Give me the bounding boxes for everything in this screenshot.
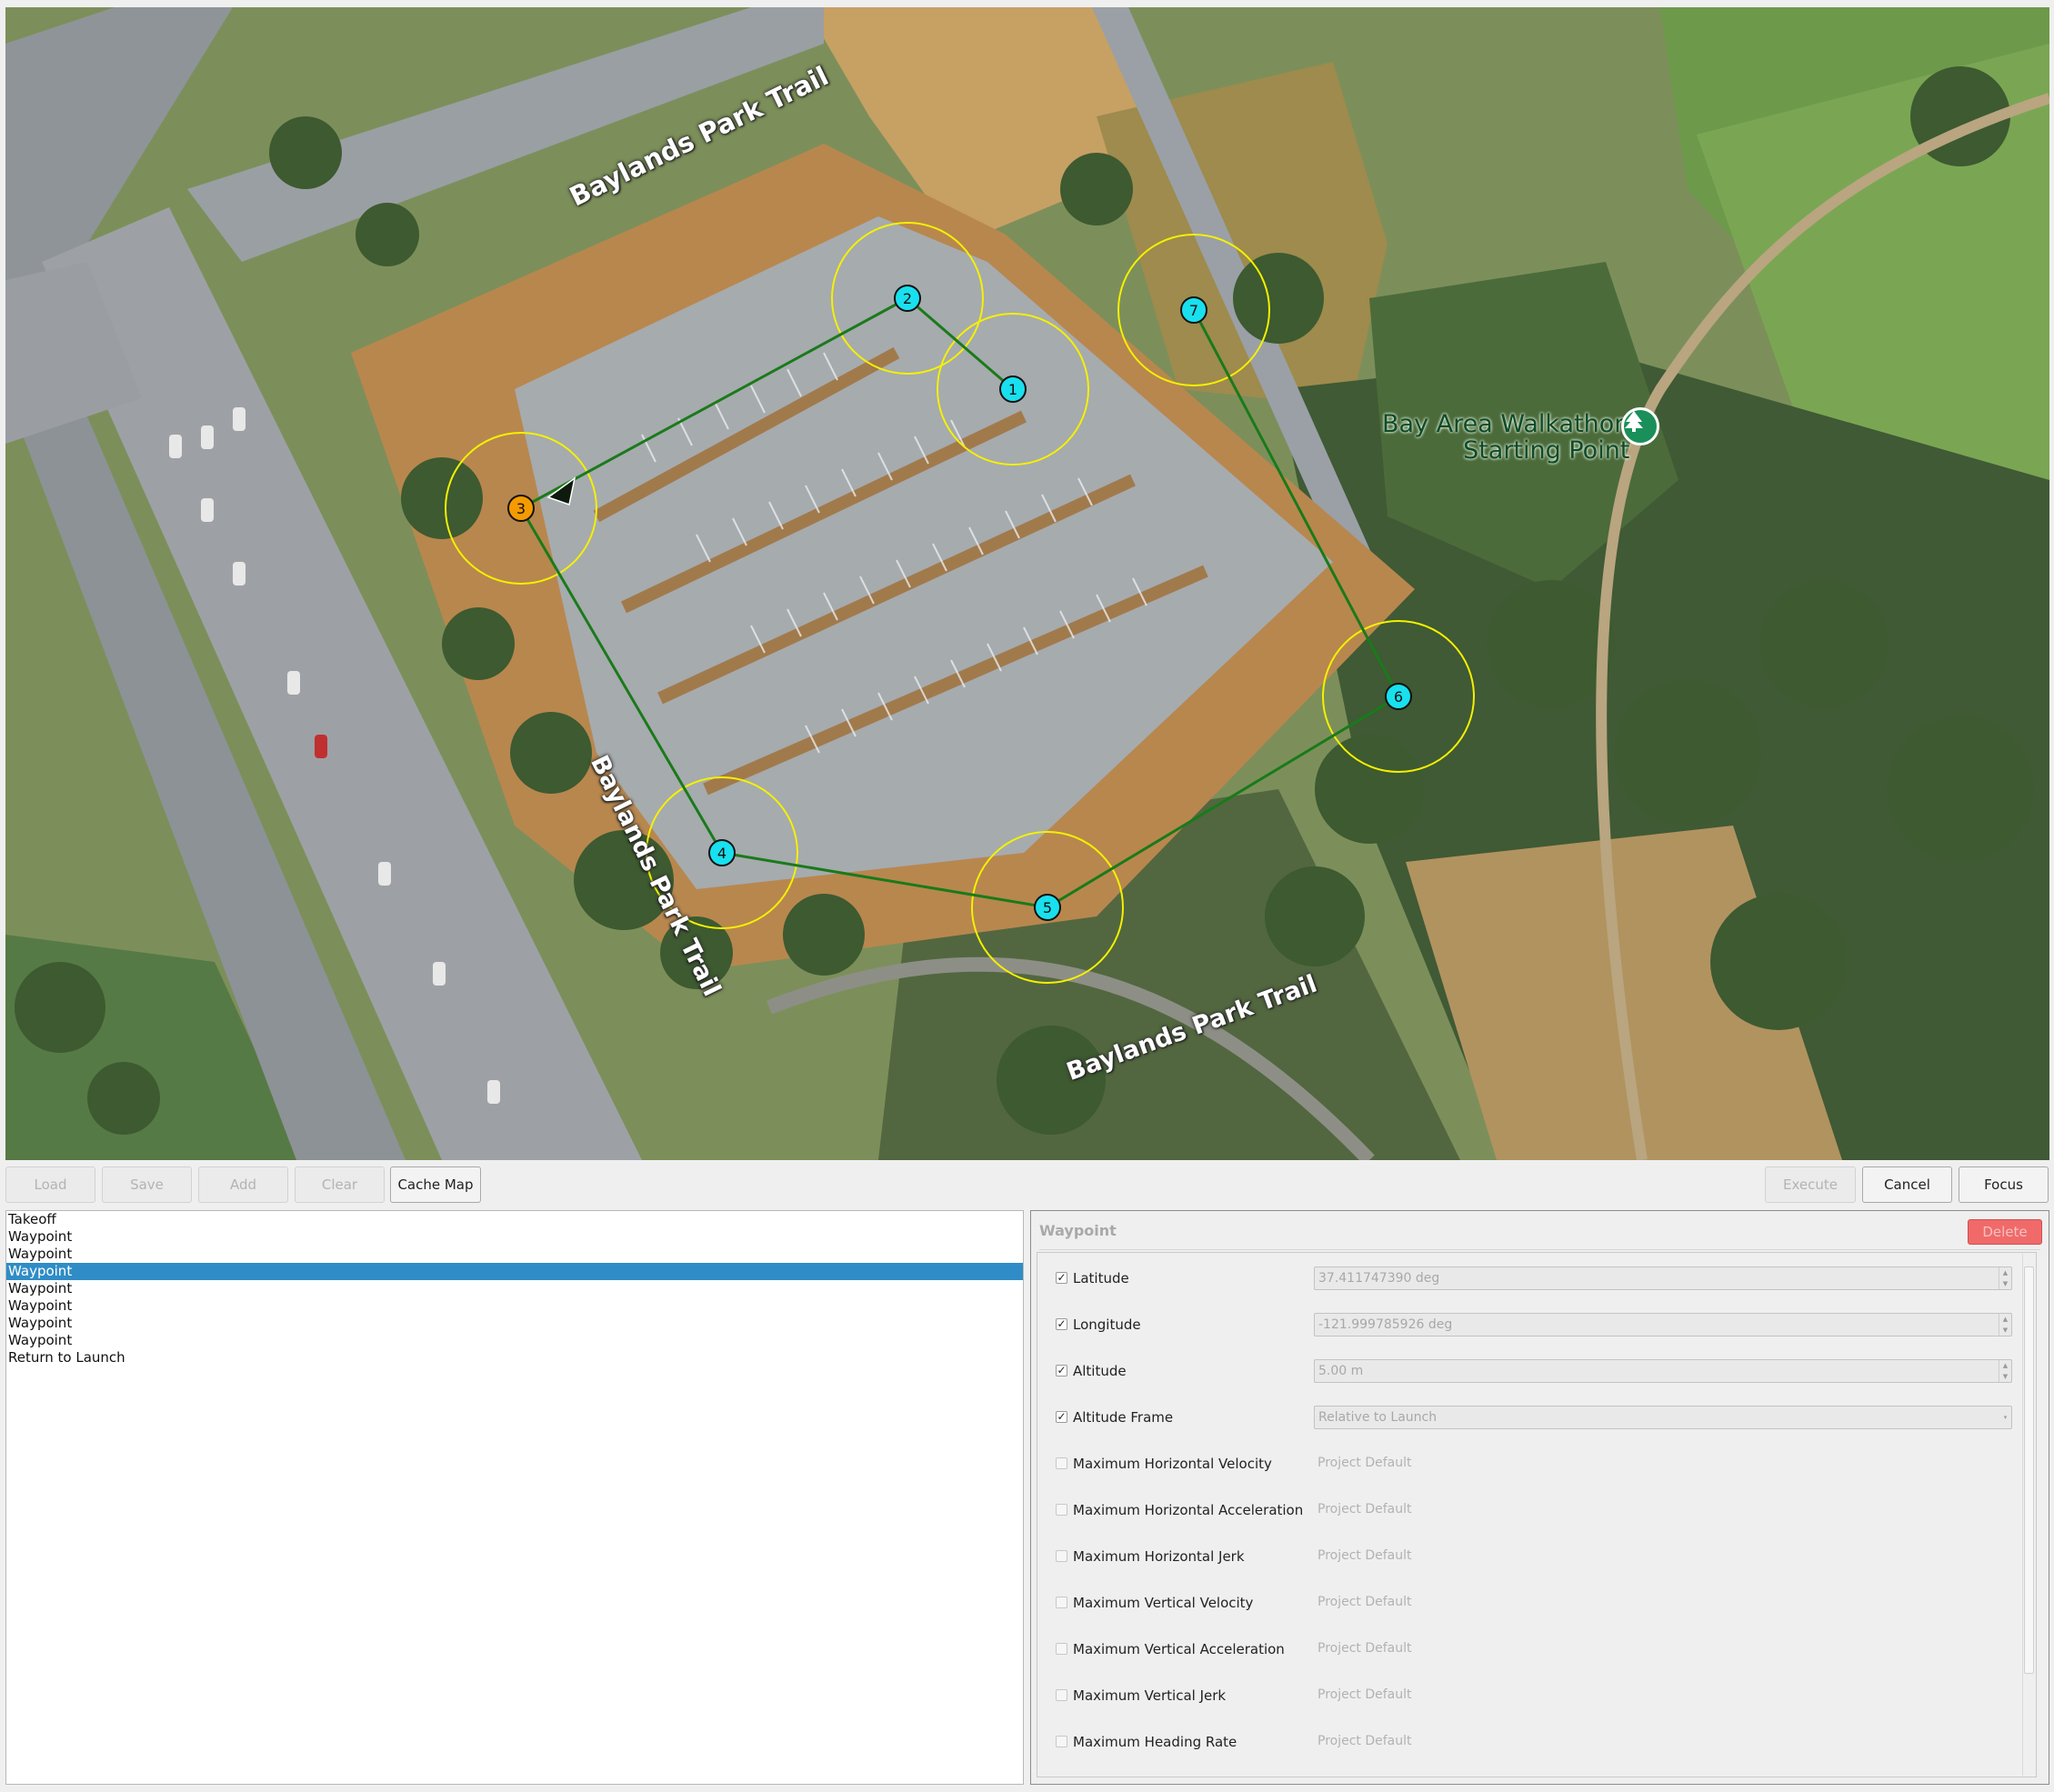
param-label: Maximum Horizontal Jerk [1073,1548,1245,1565]
param-default-value: Project Default [1318,1502,1412,1517]
save-button[interactable]: Save [102,1166,192,1203]
poi-name-line2: Starting Point [1463,436,1630,465]
param-label: Maximum Vertical Jerk [1073,1687,1227,1704]
scrollbar-thumb[interactable] [2024,1266,2034,1674]
param-label: Maximum Vertical Velocity [1073,1595,1254,1611]
poi-label: Bay Area Walkathon Starting Point [1382,411,1629,464]
mission-list-item[interactable]: Takeoff [6,1211,1023,1228]
param-row: ✓ Altitude 5.00 m ▲ ▼ [1056,1359,2033,1385]
param-spinbox[interactable]: -121.999785926 deg ▲ ▼ [1314,1313,2012,1336]
param-label: Altitude Frame [1073,1409,1174,1426]
mission-list-item[interactable]: Waypoint [6,1315,1023,1332]
param-row: ✓ Longitude -121.999785926 deg ▲ ▼ [1056,1313,2033,1338]
cache-map-button[interactable]: Cache Map [390,1166,481,1203]
param-label: Latitude [1073,1270,1129,1286]
parameter-scroll-area[interactable]: ✓ Latitude 37.411747390 deg ▲ ▼ ✓ Longitude -12… [1037,1252,2037,1777]
poi-pin[interactable] [1621,407,1659,445]
param-row: Maximum Horizontal Velocity Project Defau… [1056,1452,2033,1477]
param-label: Altitude [1073,1363,1127,1379]
param-default-value: Project Default [1318,1641,1412,1656]
tree-icon [1625,411,1643,432]
param-row: Maximum Heading Rate Project Default [1056,1730,2033,1756]
cancel-button[interactable]: Cancel [1862,1166,1952,1203]
spin-arrows-icon[interactable]: ▲ ▼ [1999,1267,2011,1289]
param-value: Relative to Launch [1318,1410,1438,1425]
spin-arrows-icon[interactable]: ▲ ▼ [1999,1314,2011,1336]
mission-list-item[interactable]: Waypoint [6,1297,1023,1315]
param-label: Maximum Horizontal Velocity [1073,1456,1272,1472]
param-checkbox[interactable]: ✓ [1056,1318,1067,1330]
waypoint-panel: Waypoint Delete ✓ Latitude 37.411747390 de… [1030,1210,2049,1785]
map-view[interactable]: Baylands Park Trail Baylands Park Trail … [5,7,2049,1160]
param-row: ✓ Latitude 37.411747390 deg ▲ ▼ [1056,1266,2033,1292]
waypoint-marker-2[interactable]: 2 [894,285,921,312]
param-label: Maximum Horizontal Acceleration [1073,1502,1304,1518]
mission-list-item[interactable]: Waypoint [6,1228,1023,1246]
waypoint-marker-7[interactable]: 7 [1180,296,1207,324]
mission-list-item[interactable]: Waypoint [6,1246,1023,1263]
poi-name-line1: Bay Area Walkathon [1382,410,1630,438]
param-checkbox[interactable]: ✓ [1056,1365,1067,1377]
param-value: 37.411747390 deg [1318,1271,1440,1286]
spin-arrows-icon[interactable]: ▲ ▼ [1999,1360,2011,1382]
waypoint-marker-5[interactable]: 5 [1034,894,1061,921]
param-checkbox[interactable]: ✓ [1056,1272,1067,1284]
param-label: Maximum Heading Rate [1073,1734,1237,1750]
waypoint-marker-3[interactable]: 3 [507,495,535,522]
execute-button[interactable]: Execute [1765,1166,1856,1203]
param-row: ✓ Altitude Frame Relative to Launch ▾ [1056,1406,2033,1431]
param-row: Maximum Horizontal Acceleration Project D… [1056,1498,2033,1524]
waypoint-marker-6[interactable]: 6 [1385,683,1412,710]
param-checkbox[interactable] [1056,1689,1067,1701]
param-row: Maximum Horizontal Jerk Project Default [1056,1545,2033,1570]
mission-list-item[interactable]: Return to Launch [6,1349,1023,1367]
param-row: Maximum Vertical Jerk Project Default [1056,1684,2033,1709]
mission-list-item[interactable]: Waypoint [6,1263,1023,1280]
add-button[interactable]: Add [198,1166,288,1203]
waypoint-marker-1[interactable]: 1 [999,375,1027,403]
param-default-value: Project Default [1318,1456,1412,1470]
param-checkbox[interactable] [1056,1550,1067,1562]
param-checkbox[interactable]: ✓ [1056,1411,1067,1423]
mission-list-item[interactable]: Waypoint [6,1332,1023,1349]
load-button[interactable]: Load [5,1166,95,1203]
param-row: Maximum Vertical Velocity Project Default [1056,1591,2033,1617]
delete-button[interactable]: Delete [1968,1219,2042,1245]
panel-title: Waypoint [1039,1222,1117,1239]
param-value: -121.999785926 deg [1318,1317,1453,1332]
param-default-value: Project Default [1318,1595,1412,1609]
param-label: Maximum Vertical Acceleration [1073,1641,1285,1657]
focus-button[interactable]: Focus [1959,1166,2049,1203]
param-checkbox[interactable] [1056,1504,1067,1516]
clear-button[interactable]: Clear [295,1166,385,1203]
mission-list-item[interactable]: Waypoint [6,1280,1023,1297]
param-default-value: Project Default [1318,1734,1412,1748]
chevron-down-icon[interactable]: ▾ [1999,1407,2011,1428]
satellite-imagery [5,7,2049,1160]
param-checkbox[interactable] [1056,1736,1067,1747]
param-combo[interactable]: Relative to Launch ▾ [1314,1406,2012,1429]
param-default-value: Project Default [1318,1548,1412,1563]
param-label: Longitude [1073,1316,1141,1333]
waypoint-marker-4[interactable]: 4 [708,839,736,866]
scrollbar[interactable] [2022,1254,2035,1776]
param-spinbox[interactable]: 5.00 m ▲ ▼ [1314,1359,2012,1383]
mission-item-list[interactable]: Takeoff Waypoint Waypoint Waypoint Waypoint W… [5,1210,1024,1785]
param-row: Maximum Vertical Acceleration Project Def… [1056,1637,2033,1663]
param-value: 5.00 m [1318,1364,1364,1378]
param-checkbox[interactable] [1056,1597,1067,1608]
param-spinbox[interactable]: 37.411747390 deg ▲ ▼ [1314,1266,2012,1290]
param-default-value: Project Default [1318,1687,1412,1702]
param-checkbox[interactable] [1056,1643,1067,1655]
param-checkbox[interactable] [1056,1457,1067,1469]
divider [1039,1249,2040,1250]
